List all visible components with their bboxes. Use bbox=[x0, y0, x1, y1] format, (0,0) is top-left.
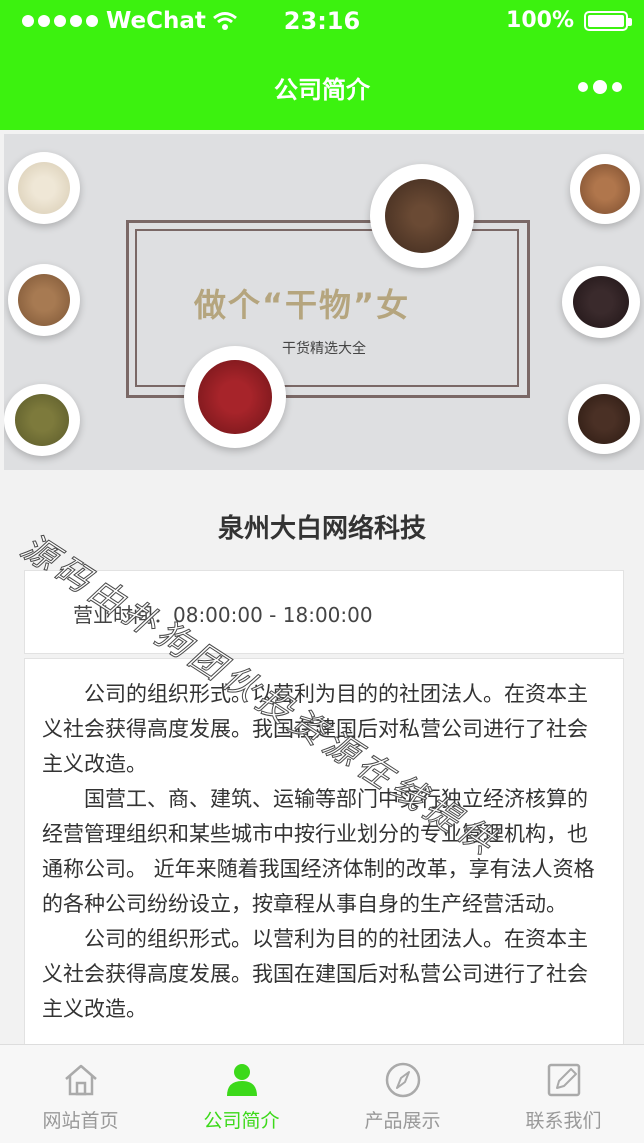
battery-icon bbox=[584, 10, 632, 31]
plate-peanuts-right bbox=[570, 154, 640, 224]
more-menu-icon[interactable] bbox=[578, 80, 622, 94]
tab-bar: 网站首页 公司简介 产品展示 联系我们 bbox=[0, 1044, 644, 1143]
intro-paragraph: 国营工、商、建筑、运输等部门中实行独立经济核算的经营管理组织和某些城市中按行业划… bbox=[42, 787, 595, 916]
tab-about-label: 公司简介 bbox=[203, 1110, 280, 1132]
plate-white-beans bbox=[8, 152, 80, 224]
tab-about[interactable]: 公司简介 bbox=[161, 1045, 322, 1143]
plate-mung-beans bbox=[4, 384, 80, 456]
tab-home-label: 网站首页 bbox=[42, 1110, 119, 1132]
plate-coffee-beans bbox=[568, 384, 640, 454]
tab-products[interactable]: 产品展示 bbox=[322, 1045, 483, 1143]
tab-home[interactable]: 网站首页 bbox=[0, 1045, 161, 1143]
home-icon bbox=[65, 1064, 97, 1096]
nav-bar: 公司简介 bbox=[0, 44, 644, 130]
person-icon bbox=[227, 1064, 257, 1096]
banner-subline: 干货精选大全 bbox=[282, 341, 366, 357]
tab-contact[interactable]: 联系我们 bbox=[483, 1045, 644, 1143]
banner-headline: 做个“干物”女 bbox=[194, 286, 411, 324]
plate-jujubes bbox=[184, 346, 286, 448]
edit-icon bbox=[547, 1063, 581, 1097]
plate-peanuts-left bbox=[8, 264, 80, 336]
plate-mushrooms bbox=[370, 164, 474, 268]
company-name: 泉州大白网络科技 bbox=[217, 514, 426, 544]
tab-products-label: 产品展示 bbox=[364, 1110, 441, 1132]
battery-percent: 100% bbox=[506, 8, 574, 33]
banner-image: 做个“干物”女 干货精选大全 bbox=[4, 134, 644, 470]
compass-icon bbox=[385, 1062, 421, 1098]
tab-contact-label: 联系我们 bbox=[525, 1110, 602, 1132]
plate-black-rice bbox=[562, 266, 640, 338]
battery-group: 100% bbox=[506, 8, 632, 33]
intro-paragraph: 公司的组织形式。以营利为目的的社团法人。在资本主义社会获得高度发展。我国在建国后… bbox=[42, 927, 588, 1021]
status-bar: WeChat 23:16 100% bbox=[0, 0, 644, 44]
page-title: 公司简介 bbox=[274, 76, 370, 104]
